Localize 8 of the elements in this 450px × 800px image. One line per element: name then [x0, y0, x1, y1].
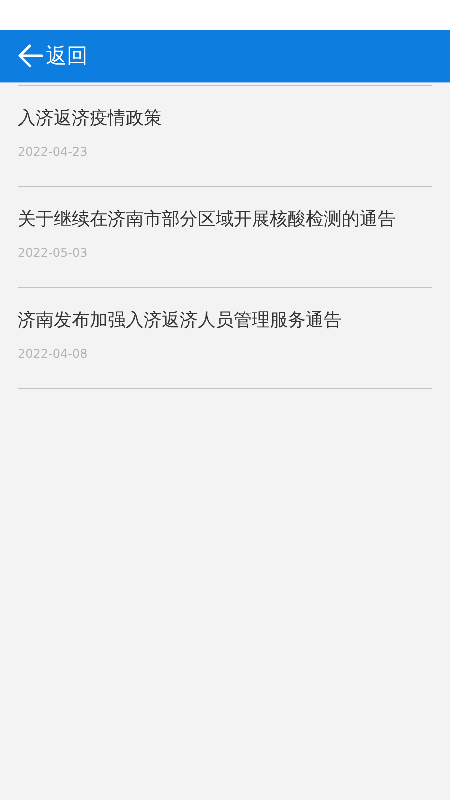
back-arrow-icon	[18, 44, 44, 68]
notice-date: 2022-04-08	[18, 346, 89, 362]
notice-title-link[interactable]: 关于继续在济南市部分区域开展核酸检测的通告	[18, 207, 432, 233]
back-button[interactable]: 返回	[18, 42, 88, 70]
notice-date: 2022-05-03	[18, 245, 89, 261]
notice-title-link[interactable]: 济南发布加强入济返济人员管理服务通告	[18, 308, 432, 334]
notice-date: 2022-04-23	[18, 144, 89, 160]
notice-title-link[interactable]: 入济返济疫情政策	[18, 106, 432, 132]
